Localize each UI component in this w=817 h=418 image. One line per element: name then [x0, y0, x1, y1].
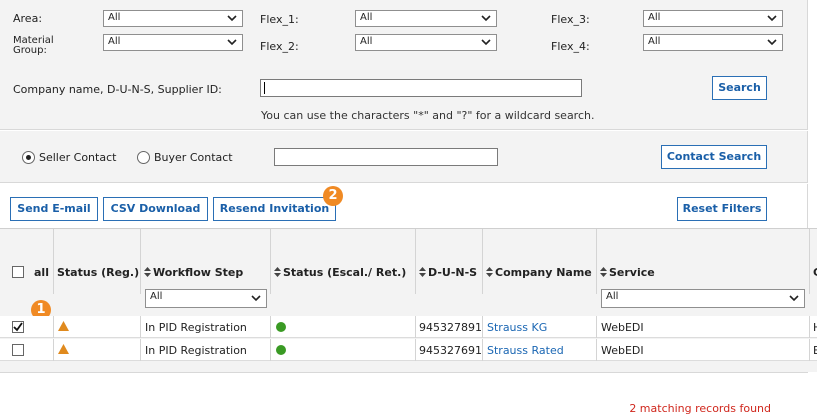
chevron-down-icon [227, 15, 237, 22]
sort-icon [144, 267, 151, 277]
material-group-select-value: All [108, 36, 121, 47]
header-workflow-step[interactable]: Workflow Step [141, 229, 271, 294]
header-company-name-label: Company Name [495, 266, 592, 279]
company-name-link[interactable]: Strauss KG [487, 321, 547, 334]
flex2-label: Flex_2: [260, 40, 299, 53]
header-status-reg[interactable]: Status (Reg.) [54, 229, 141, 294]
chevron-down-icon [227, 39, 237, 46]
extra-cell: H [813, 321, 817, 334]
duns-cell: 945327891 [419, 321, 482, 334]
status-green-dot-icon [276, 345, 286, 355]
header-select-all: all [0, 229, 54, 294]
chevron-down-icon [481, 15, 491, 22]
material-group-label-line2: Group: [13, 45, 47, 56]
chevron-down-icon [767, 39, 777, 46]
sort-icon [600, 267, 607, 277]
flex4-label: Flex_4: [551, 40, 590, 53]
service-cell: WebEDI [601, 321, 644, 334]
sort-icon [419, 267, 426, 277]
header-status-reg-label: Status (Reg.) [57, 266, 140, 279]
checkmark-icon [13, 322, 23, 332]
chevron-down-icon [481, 39, 491, 46]
flex1-label: Flex_1: [260, 13, 299, 26]
company-search-label: Company name, D-U-N-S, Supplier ID: [13, 83, 222, 96]
workflow-step-cell: In PID Registration [145, 321, 247, 334]
flex2-select-value: All [360, 36, 373, 47]
filter-panel: Area: All Material Group: All Flex_1: Al… [0, 0, 808, 130]
company-search-input[interactable] [260, 79, 582, 97]
callout-badge-2: 2 [323, 186, 343, 206]
header-workflow-step-label: Workflow Step [153, 266, 244, 279]
flex3-select-value: All [648, 12, 661, 23]
workflow-step-cell: In PID Registration [145, 344, 247, 357]
flex4-select-value: All [648, 36, 661, 47]
header-status-escalation-label: Status (Escal./ Ret.) [283, 266, 407, 279]
duns-cell: 945327691 [419, 344, 482, 357]
extra-cell: E [813, 344, 817, 357]
select-all-checkbox[interactable] [12, 266, 24, 278]
header-duns-label: D-U-N-S [428, 266, 478, 279]
header-duns[interactable]: D-U-N-S [416, 229, 483, 294]
material-group-select[interactable]: All [103, 34, 243, 51]
contact-search-button[interactable]: Contact Search [661, 145, 767, 169]
send-email-button[interactable]: Send E-mail [10, 197, 98, 221]
sort-icon [274, 267, 281, 277]
radio-selected-dot [26, 155, 31, 160]
contact-search-input[interactable] [274, 148, 498, 166]
contact-search-panel: Seller Contact Buyer Contact Contact Sea… [0, 131, 808, 183]
buyer-contact-radio[interactable] [137, 151, 150, 164]
search-button[interactable]: Search [712, 76, 767, 100]
buyer-contact-label: Buyer Contact [154, 151, 233, 164]
row-checkbox[interactable] [12, 321, 24, 333]
flex1-select[interactable]: All [355, 10, 497, 27]
service-filter-value: All [606, 291, 619, 302]
area-label: Area: [13, 12, 43, 25]
chevron-down-icon [789, 295, 799, 302]
warning-triangle-icon [58, 321, 69, 331]
resend-invitation-button[interactable]: Resend Invitation [213, 197, 336, 221]
grid-bottom-divider [0, 372, 808, 373]
header-status-escalation[interactable]: Status (Escal./ Ret.) [271, 229, 416, 294]
sort-icon [486, 267, 493, 277]
header-extra[interactable]: C [810, 229, 817, 294]
header-company-name[interactable]: Company Name [483, 229, 597, 294]
chevron-down-icon [251, 295, 261, 302]
flex1-select-value: All [360, 12, 373, 23]
flex2-select[interactable]: All [355, 34, 497, 51]
header-all-label: all [34, 266, 49, 279]
flex3-select[interactable]: All [643, 10, 783, 27]
workflow-step-filter-select[interactable]: All [145, 289, 267, 308]
service-cell: WebEDI [601, 344, 644, 357]
area-select[interactable]: All [103, 10, 243, 27]
status-green-dot-icon [276, 322, 286, 332]
flex3-label: Flex_3: [551, 13, 590, 26]
row-checkbox[interactable] [12, 344, 24, 356]
table-row[interactable]: In PID Registration 945327691 Strauss Ra… [0, 339, 817, 361]
header-extra-label: C [813, 266, 817, 279]
table-row[interactable]: In PID Registration 945327891 Strauss KG… [0, 316, 817, 338]
wildcard-hint: You can use the characters "*" and "?" f… [261, 109, 595, 122]
area-select-value: All [108, 12, 121, 23]
chevron-down-icon [767, 15, 777, 22]
flex4-select[interactable]: All [643, 34, 783, 51]
reset-filters-button[interactable]: Reset Filters [677, 197, 767, 221]
company-name-link[interactable]: Strauss Rated [487, 344, 564, 357]
warning-triangle-icon [58, 344, 69, 354]
action-toolbar: Send E-mail CSV Download Resend Invitati… [0, 184, 808, 228]
header-service-label: Service [609, 266, 655, 279]
text-cursor [264, 82, 265, 94]
csv-download-button[interactable]: CSV Download [103, 197, 208, 221]
supplier-grid: all Status (Reg.) Workflow Step All Stat… [0, 228, 817, 372]
workflow-step-filter-value: All [150, 291, 163, 302]
seller-contact-label: Seller Contact [39, 151, 117, 164]
header-service[interactable]: Service [597, 229, 810, 294]
service-filter-select[interactable]: All [601, 289, 805, 308]
matching-records-status: 2 matching records found [629, 402, 771, 415]
seller-contact-radio[interactable] [22, 151, 35, 164]
